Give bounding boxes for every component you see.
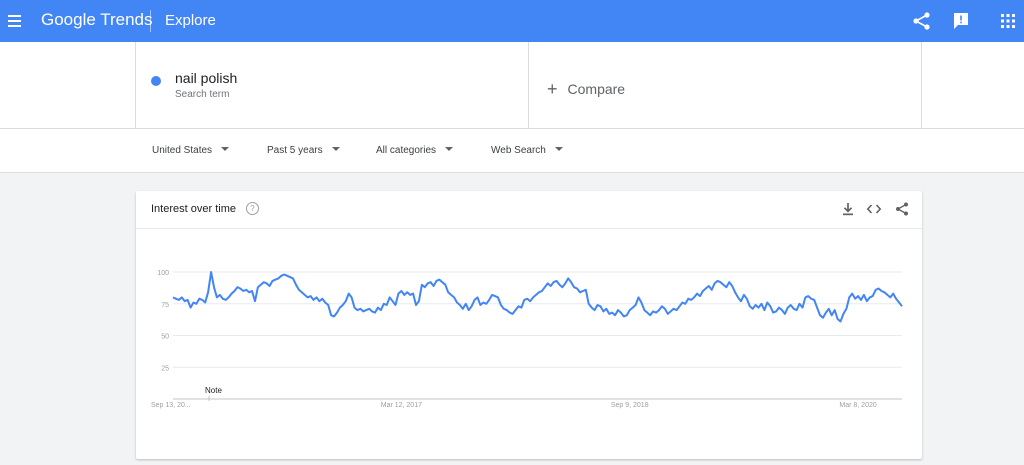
x-tick-label: Mar 8, 2020 bbox=[839, 402, 876, 409]
share-icon[interactable] bbox=[910, 9, 934, 33]
region-label: United States bbox=[152, 145, 213, 156]
y-tick-label: 25 bbox=[161, 365, 169, 372]
top-app-bar: Google Trends Explore bbox=[0, 0, 1024, 42]
menu-icon[interactable] bbox=[8, 11, 22, 31]
download-icon[interactable] bbox=[840, 201, 856, 217]
series-line-nail-polish bbox=[172, 271, 903, 323]
feedback-icon[interactable] bbox=[949, 9, 973, 33]
category-dropdown[interactable]: All categories bbox=[376, 145, 454, 156]
y-tick-label: 50 bbox=[161, 334, 169, 341]
x-tick-label: Sep 13, 20... bbox=[151, 402, 191, 409]
plus-icon: + bbox=[547, 79, 558, 99]
time-range-dropdown[interactable]: Past 5 years bbox=[267, 145, 340, 156]
interest-line-chart: 100 75 50 25 Sep 13, 20... Mar 12, 2017 Sep 9… bbox=[151, 270, 903, 409]
search-term-name[interactable]: nail polish bbox=[175, 70, 237, 86]
brand-logo[interactable]: Google Trends bbox=[41, 10, 153, 30]
divider bbox=[135, 42, 136, 129]
chevron-down-icon bbox=[554, 147, 563, 152]
interest-over-time-card: Interest over time ? 100 75 50 25 Sep 13, 2… bbox=[136, 191, 922, 459]
time-range-label: Past 5 years bbox=[267, 145, 323, 156]
search-term-label: Search term bbox=[175, 89, 230, 100]
term-color-dot bbox=[151, 76, 161, 86]
page-title: Explore bbox=[165, 12, 216, 29]
filter-bar: United States Past 5 years All categorie… bbox=[0, 129, 1024, 173]
chevron-down-icon bbox=[221, 147, 230, 152]
search-term-row: nail polish Search term + Compare bbox=[0, 42, 1024, 129]
y-tick-label: 100 bbox=[157, 270, 169, 277]
header-divider bbox=[150, 10, 151, 32]
share-icon[interactable] bbox=[894, 201, 910, 217]
divider bbox=[921, 42, 922, 129]
compare-label: Compare bbox=[567, 81, 626, 97]
chevron-down-icon bbox=[331, 147, 340, 152]
card-title: Interest over time bbox=[151, 203, 236, 215]
region-dropdown[interactable]: United States bbox=[152, 145, 230, 156]
compare-button[interactable]: + Compare bbox=[547, 78, 625, 99]
apps-icon[interactable] bbox=[996, 9, 1020, 33]
search-type-dropdown[interactable]: Web Search bbox=[491, 145, 563, 156]
note-label[interactable]: Note bbox=[205, 386, 222, 395]
help-icon[interactable]: ? bbox=[246, 202, 259, 215]
x-tick-label: Mar 12, 2017 bbox=[381, 402, 422, 409]
divider bbox=[528, 42, 529, 129]
search-type-label: Web Search bbox=[491, 145, 546, 156]
category-label: All categories bbox=[376, 145, 437, 156]
embed-icon[interactable] bbox=[866, 201, 882, 217]
y-tick-label: 75 bbox=[161, 302, 169, 309]
x-tick-label: Sep 9, 2018 bbox=[611, 402, 649, 409]
chevron-down-icon bbox=[445, 147, 454, 152]
